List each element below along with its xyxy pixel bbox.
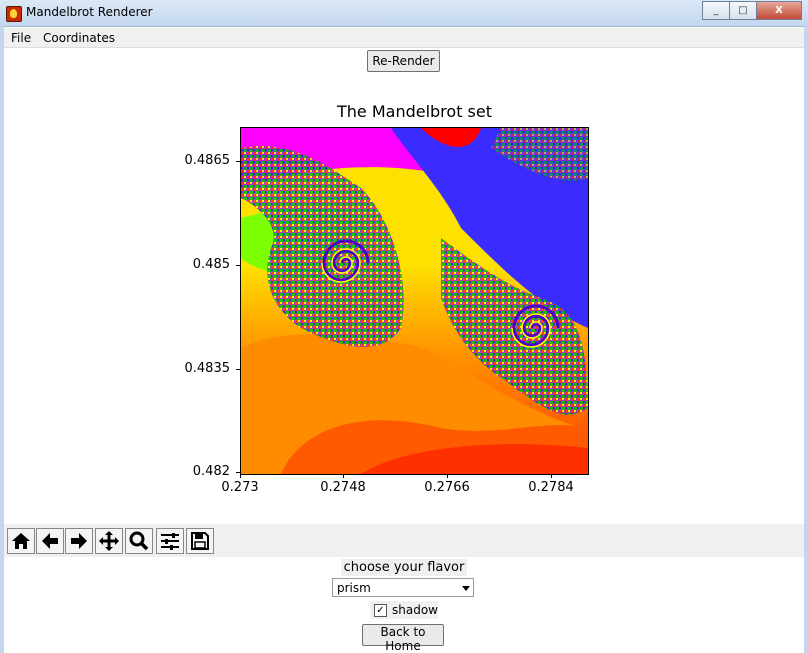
mandelbrot-image	[241, 128, 588, 474]
flavor-label: choose your flavor	[341, 559, 467, 576]
home-icon[interactable]	[7, 528, 35, 554]
menu-coordinates[interactable]: Coordinates	[43, 31, 115, 45]
flavor-selected-value: prism	[337, 581, 371, 595]
forward-icon[interactable]	[65, 528, 93, 554]
flavor-select[interactable]: prism	[332, 578, 474, 597]
y-tick-label: 0.485	[192, 257, 230, 272]
save-icon[interactable]	[186, 528, 214, 554]
x-tick-label: 0.2766	[424, 480, 470, 495]
back-to-home-button[interactable]: Back to Home	[362, 624, 444, 653]
x-tick-mark	[551, 474, 552, 478]
y-tick-label: 0.4865	[184, 153, 231, 168]
x-tick-mark	[447, 474, 448, 478]
y-tick-mark	[236, 472, 240, 473]
window-title: Mandelbrot Renderer	[26, 5, 153, 19]
x-tick-label: 0.2784	[528, 480, 574, 495]
shadow-label: shadow	[392, 603, 438, 617]
y-tick-mark	[236, 369, 240, 370]
maximize-button[interactable]: □	[729, 1, 757, 20]
y-tick-mark	[236, 161, 240, 162]
y-tick-label: 0.482	[192, 464, 230, 479]
x-tick-mark	[343, 474, 344, 478]
x-tick-mark	[240, 474, 241, 478]
x-tick-label: 0.273	[221, 480, 259, 495]
window-frame-right	[804, 26, 808, 653]
app-icon	[6, 6, 22, 22]
chevron-down-icon[interactable]	[462, 586, 470, 591]
shadow-checkbox[interactable]: ✓	[374, 604, 387, 617]
title-bar: Mandelbrot Renderer _ □ X	[0, 0, 808, 27]
x-tick-label: 0.2748	[320, 480, 366, 495]
navigation-toolbar	[4, 524, 804, 557]
re-render-button[interactable]: Re-Render	[367, 50, 440, 72]
close-button[interactable]: X	[756, 1, 802, 20]
zoom-icon[interactable]	[125, 528, 153, 554]
menu-bar: File Coordinates	[4, 28, 804, 48]
menu-file[interactable]: File	[11, 31, 31, 45]
mandelbrot-plot[interactable]	[240, 127, 589, 475]
minimize-button[interactable]: _	[702, 1, 730, 20]
y-tick-label: 0.4835	[184, 361, 231, 376]
pan-icon[interactable]	[95, 528, 123, 554]
window-frame-left	[0, 26, 4, 653]
shadow-option[interactable]: ✓ shadow	[370, 601, 438, 619]
plot-title: The Mandelbrot set	[336, 102, 493, 121]
configure-icon[interactable]	[156, 528, 184, 554]
back-icon[interactable]	[36, 528, 64, 554]
y-tick-mark	[236, 265, 240, 266]
